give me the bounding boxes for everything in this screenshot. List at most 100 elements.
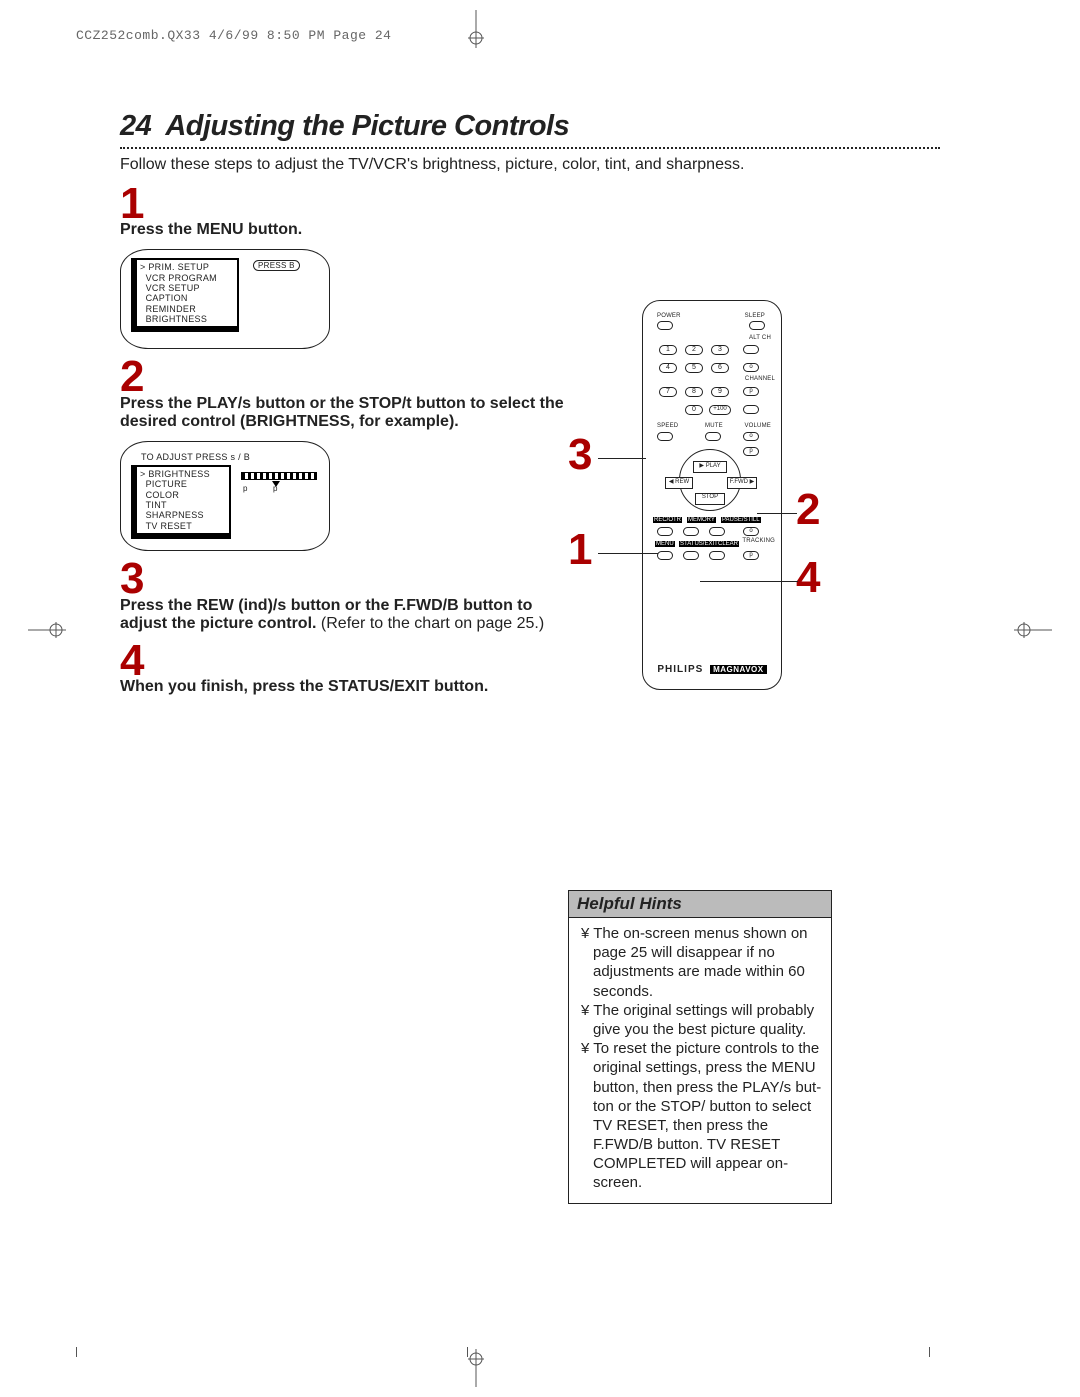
osd-screen-2: TO ADJUST PRESS s / B > BRIGHTNESS PICTU… (120, 441, 330, 551)
remote-illustration: POWER SLEEP ALT CH 1 2 3 4 5 6 o CHANNEL… (628, 300, 798, 700)
press-b-label: PRESS B (253, 260, 300, 271)
label-ffwd: F.FWD (730, 479, 748, 485)
menu-button (657, 551, 673, 560)
step-3-text: Press the REW (ind)/s button or the F.FW… (120, 597, 580, 633)
crop-mark-top (466, 10, 486, 48)
trk-dn: p (743, 551, 759, 560)
brand-row: PHILIPS MAGNAVOX (643, 664, 781, 675)
key-7: 7 (659, 387, 677, 397)
hints-title: Helpful Hints (569, 891, 831, 918)
callout-4: 4 (796, 553, 820, 603)
mute-button (705, 432, 721, 441)
osd-item: TINT (146, 500, 167, 510)
intro-text: Follow these steps to adjust the TV/VCR'… (120, 155, 980, 176)
label-sleep: SLEEP (745, 313, 765, 319)
osd-menu-list: > PRIM. SETUP VCR PROGRAM VCR SETUP CAPT… (131, 258, 239, 332)
ch-up: o (743, 363, 759, 372)
tick-mark (467, 1347, 477, 1357)
sleep-button (749, 321, 765, 330)
stop-button: STOP (695, 493, 725, 505)
callout-2-line (757, 513, 797, 514)
label-rew: REW (675, 479, 689, 485)
label-altch: ALT CH (749, 335, 771, 341)
callout-1: 1 (568, 525, 592, 575)
title-text: Adjusting the Picture Controls (165, 110, 569, 142)
label-play: PLAY (706, 463, 721, 469)
step-1-number: 1 (120, 184, 980, 224)
vol-dn: p (743, 447, 759, 456)
ch-dn: p (743, 387, 759, 396)
crop-mark-left (28, 620, 66, 640)
callout-3-line (598, 458, 646, 459)
label-mute: MUTE (705, 423, 723, 429)
hint-item: ¥ The on-screen menus shown on page 25 w… (575, 924, 825, 1001)
label-pause: PAUSE/STILL (721, 517, 761, 523)
power-button (657, 321, 673, 330)
label-speed: SPEED (657, 423, 678, 429)
page-number: 24 (120, 110, 151, 142)
label-power: POWER (657, 313, 681, 319)
step-3-number: 3 (120, 559, 980, 599)
helpful-hints-box: Helpful Hints ¥ The on-screen menus show… (568, 890, 832, 1204)
osd-item: SHARPNESS (146, 510, 204, 520)
label-recotr: REC/OTR (653, 517, 682, 523)
hints-body: ¥ The on-screen menus shown on page 25 w… (569, 918, 831, 1203)
tick-mark (76, 1347, 86, 1357)
vol-up: o (743, 432, 759, 441)
title-divider (120, 147, 940, 149)
rec-button (657, 527, 673, 536)
osd-item: TV RESET (146, 521, 192, 531)
trk-up: o (743, 527, 759, 536)
key-4: 4 (659, 363, 677, 373)
key-100: +100 (709, 405, 731, 415)
step-3-rest: (Refer to the chart on page 25.) (321, 615, 544, 632)
key-9: 9 (711, 387, 729, 397)
step-1-text: Press the MENU button. (120, 221, 980, 239)
remote-body: POWER SLEEP ALT CH 1 2 3 4 5 6 o CHANNEL… (642, 300, 782, 690)
key-0: 0 (685, 405, 703, 415)
osd-item: BRIGHTNESS (146, 314, 208, 324)
key-6: 6 (711, 363, 729, 373)
crop-mark-right (1014, 620, 1052, 640)
step-2-text: Press the PLAY/s button or the STOP/t bu… (120, 395, 570, 431)
osd-item: PRIM. SETUP (148, 262, 209, 272)
callout-2: 2 (796, 485, 820, 535)
memory-button (683, 527, 699, 536)
callout-1-line (598, 553, 658, 554)
key-1: 1 (659, 345, 677, 355)
key-5: 5 (685, 363, 703, 373)
label-volume: VOLUME (744, 423, 771, 429)
ffwd-button: F.FWD ▶ (727, 477, 757, 489)
osd-adjust-list: > BRIGHTNESS PICTURE COLOR TINT SHARPNES… (131, 465, 231, 539)
clear-button (709, 551, 725, 560)
callout-3: 3 (568, 430, 592, 480)
step-4-number: 4 (120, 641, 980, 681)
osd-item: REMINDER (146, 304, 196, 314)
tick-mark (920, 1347, 930, 1357)
label-status: STATUS/EXIT (679, 541, 719, 547)
osd-item: PICTURE (146, 479, 188, 489)
slider-icon (241, 472, 317, 480)
brand-philips: PHILIPS (657, 664, 703, 675)
hint-item: ¥ To reset the picture controls to the o… (575, 1039, 825, 1193)
page-header: CCZ252comb.QX33 4/6/99 8:50 PM Page 24 (76, 28, 391, 43)
key-2: 2 (685, 345, 703, 355)
osd-item: CAPTION (146, 293, 188, 303)
play-button: ▶ PLAY (693, 461, 727, 473)
osd-item: VCR SETUP (146, 283, 200, 293)
label-channel: CHANNEL (745, 376, 775, 382)
osd-item: VCR PROGRAM (146, 273, 217, 283)
hint-item: ¥ The original settings will probably gi… (575, 1001, 825, 1039)
altch-button (743, 345, 759, 354)
osd-screen-1: > PRIM. SETUP VCR PROGRAM VCR SETUP CAPT… (120, 249, 330, 349)
page-title: 24 Adjusting the Picture Controls (120, 110, 980, 143)
status-button (683, 551, 699, 560)
speed-button (657, 432, 673, 441)
key-3: 3 (711, 345, 729, 355)
label-tracking: TRACKING (742, 538, 775, 544)
label-memory: MEMORY (687, 517, 716, 523)
slider-markers: p p (243, 484, 278, 493)
key-8: 8 (685, 387, 703, 397)
rew-button: ◀ REW (665, 477, 693, 489)
step-4-text: When you finish, press the STATUS/EXIT b… (120, 678, 980, 696)
